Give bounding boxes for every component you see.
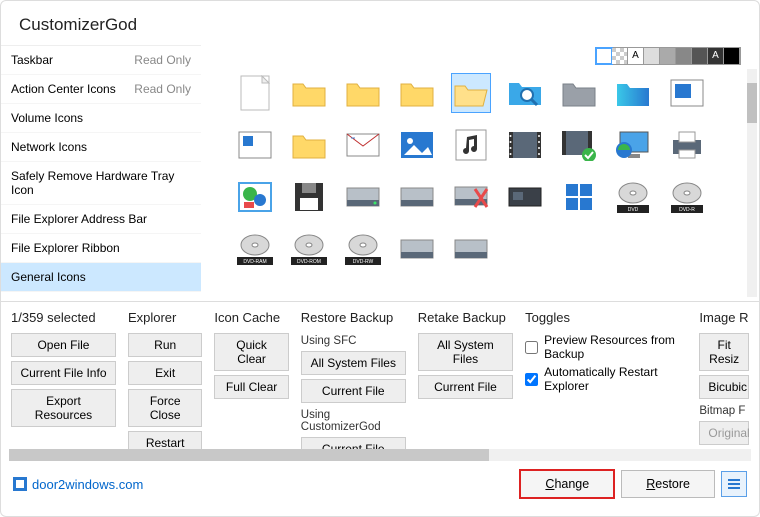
drive-error-icon[interactable] bbox=[451, 177, 491, 217]
sidebar-item-address-bar[interactable]: File Explorer Address Bar bbox=[1, 205, 201, 234]
folder-icon[interactable] bbox=[343, 73, 383, 113]
preview-resources-checkbox[interactable]: Preview Resources from Backup bbox=[525, 333, 687, 361]
folder-gradient-icon[interactable] bbox=[613, 73, 653, 113]
restore-cg-current-file-button[interactable]: Current File bbox=[301, 437, 406, 449]
svg-text:DVD: DVD bbox=[628, 207, 639, 213]
toggles-heading: Toggles bbox=[525, 310, 687, 325]
folder-open-icon[interactable] bbox=[451, 73, 491, 113]
window-icon[interactable] bbox=[667, 73, 707, 113]
monitor-globe-icon[interactable] bbox=[613, 125, 653, 165]
menu-button[interactable] bbox=[721, 471, 747, 497]
search-folder-icon[interactable] bbox=[505, 73, 545, 113]
theme-strip[interactable]: A A bbox=[595, 47, 741, 65]
sidebar-item-safely-remove[interactable]: Safely Remove Hardware Tray Icon bbox=[1, 162, 201, 205]
printer-icon[interactable] bbox=[667, 125, 707, 165]
explorer-heading: Explorer bbox=[128, 310, 202, 325]
svg-text:DVD-RAM: DVD-RAM bbox=[243, 259, 266, 265]
dvd-rw-icon[interactable]: DVD-RW bbox=[343, 229, 383, 269]
fit-resize-button[interactable]: Fit Resiz bbox=[699, 333, 749, 371]
vertical-scrollbar[interactable] bbox=[747, 69, 757, 297]
exit-button[interactable]: Exit bbox=[128, 361, 202, 385]
floppy-icon[interactable] bbox=[289, 177, 329, 217]
open-file-button[interactable]: Open File bbox=[11, 333, 116, 357]
mail-icon[interactable] bbox=[343, 125, 383, 165]
picture-icon[interactable] bbox=[397, 125, 437, 165]
window-title: CustomizerGod bbox=[1, 1, 759, 45]
quick-clear-button[interactable]: Quick Clear bbox=[214, 333, 288, 371]
window-small-icon[interactable] bbox=[235, 125, 275, 165]
video-ok-icon[interactable] bbox=[559, 125, 599, 165]
website-link[interactable]: door2windows.com bbox=[13, 477, 143, 492]
using-customizergod-label: Using CustomizerGod bbox=[301, 409, 406, 433]
folder-icon[interactable] bbox=[289, 73, 329, 113]
sidebar-item-taskbar[interactable]: TaskbarRead Only bbox=[1, 46, 201, 75]
drive-icon[interactable] bbox=[343, 177, 383, 217]
windows-icon[interactable] bbox=[559, 177, 599, 217]
dvd-icon[interactable]: DVD bbox=[613, 177, 653, 217]
control-panel-icon[interactable] bbox=[235, 177, 275, 217]
sidebar-item-action-center[interactable]: Action Center IconsRead Only bbox=[1, 75, 201, 104]
video-icon[interactable] bbox=[505, 125, 545, 165]
icon-cache-heading: Icon Cache bbox=[214, 310, 288, 325]
dvd-rom-icon[interactable]: DVD-ROM bbox=[289, 229, 329, 269]
hamburger-icon bbox=[727, 478, 741, 490]
dvd-ram-icon[interactable]: DVD-RAM bbox=[235, 229, 275, 269]
svg-text:DVD-ROM: DVD-ROM bbox=[297, 259, 321, 265]
retake-all-system-files-button[interactable]: All System Files bbox=[418, 333, 513, 371]
using-sfc-label: Using SFC bbox=[301, 335, 406, 347]
drive-icon[interactable] bbox=[397, 229, 437, 269]
svg-text:DVD-RW: DVD-RW bbox=[353, 259, 374, 265]
retake-backup-heading: Retake Backup bbox=[418, 310, 513, 325]
auto-restart-checkbox[interactable]: Automatically Restart Explorer bbox=[525, 365, 687, 393]
retake-current-file-button[interactable]: Current File bbox=[418, 375, 513, 399]
restart-button[interactable]: Restart bbox=[128, 431, 202, 449]
file-icon[interactable] bbox=[235, 73, 275, 113]
music-icon[interactable] bbox=[451, 125, 491, 165]
drive-icon[interactable] bbox=[397, 177, 437, 217]
drive-icon[interactable] bbox=[451, 229, 491, 269]
restore-button[interactable]: Restore bbox=[621, 470, 715, 498]
bitmap-heading: Bitmap F bbox=[699, 405, 749, 417]
sidebar: TaskbarRead Only Action Center IconsRead… bbox=[1, 45, 201, 301]
full-clear-button[interactable]: Full Clear bbox=[214, 375, 288, 399]
image-heading: Image R bbox=[699, 310, 749, 325]
restore-all-system-files-button[interactable]: All System Files bbox=[301, 351, 406, 375]
sidebar-item-volume[interactable]: Volume Icons bbox=[1, 104, 201, 133]
sidebar-item-ribbon[interactable]: File Explorer Ribbon bbox=[1, 234, 201, 263]
force-close-button[interactable]: Force Close bbox=[128, 389, 202, 427]
lower-panel: 1/359 selected Open File Current File In… bbox=[1, 301, 759, 449]
sidebar-item-network[interactable]: Network Icons bbox=[1, 133, 201, 162]
icon-canvas: A A bbox=[201, 45, 759, 301]
dvd-r-icon[interactable]: DVD-R bbox=[667, 177, 707, 217]
logo-icon bbox=[13, 477, 27, 491]
restore-backup-heading: Restore Backup bbox=[301, 310, 406, 325]
svg-text:DVD-R: DVD-R bbox=[679, 207, 695, 213]
export-resources-button[interactable]: Export Resources bbox=[11, 389, 116, 427]
folder-icon[interactable] bbox=[397, 73, 437, 113]
selection-count: 1/359 selected bbox=[11, 310, 116, 325]
folder-gray-icon[interactable] bbox=[559, 73, 599, 113]
run-button[interactable]: Run bbox=[128, 333, 202, 357]
sidebar-item-general-icons[interactable]: General Icons bbox=[1, 263, 201, 292]
restore-current-file-button[interactable]: Current File bbox=[301, 379, 406, 403]
folder-icon[interactable] bbox=[289, 125, 329, 165]
original-button[interactable]: Original bbox=[699, 421, 749, 445]
drive-dark-icon[interactable] bbox=[505, 177, 545, 217]
current-file-info-button[interactable]: Current File Info bbox=[11, 361, 116, 385]
horizontal-scrollbar[interactable] bbox=[9, 449, 751, 461]
bicubic-button[interactable]: Bicubic bbox=[699, 375, 749, 399]
change-button[interactable]: Change bbox=[519, 469, 615, 499]
